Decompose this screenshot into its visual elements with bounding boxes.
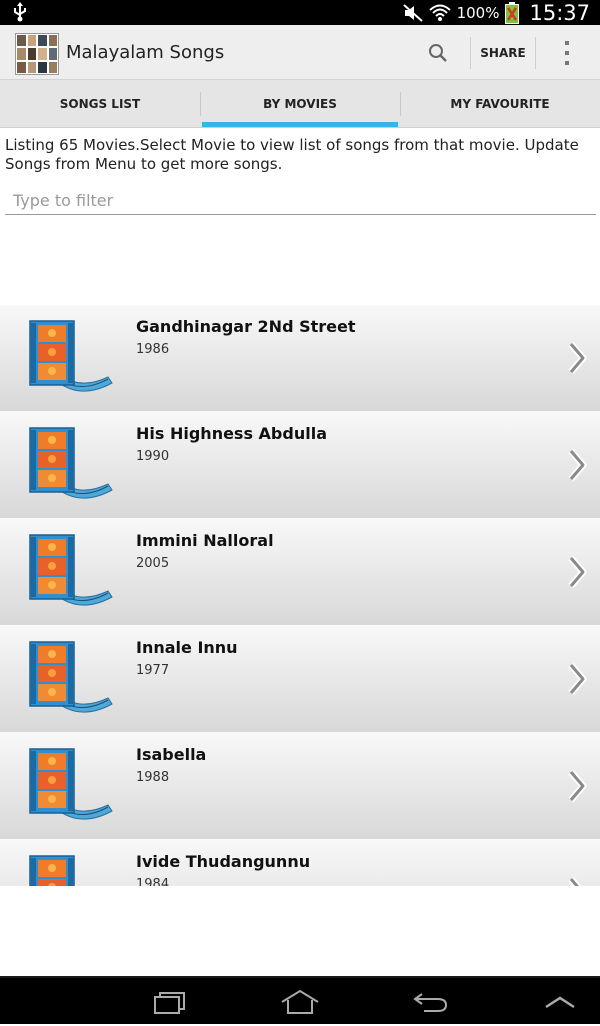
usb-icon [14,2,26,22]
battery-percent: 100% [456,3,500,22]
navigation-bar [0,976,600,1024]
chevron-right-icon[interactable] [566,448,588,482]
chevron-right-icon[interactable] [566,876,588,886]
film-reel-icon [24,747,114,827]
movie-list-item[interactable]: Gandhinagar 2Nd Street 1986 [0,305,600,412]
chevron-right-icon[interactable] [566,662,588,696]
listing-info-text: Listing 65 Movies.Select Movie to view l… [5,136,579,173]
movie-name: Isabella [136,745,207,764]
menu-expand-button[interactable] [530,978,590,1026]
tab-my-favourite[interactable]: MY FAVOURITE [400,80,600,127]
recent-apps-button[interactable] [140,978,200,1026]
movie-name: Immini Nalloral [136,531,274,550]
search-button[interactable] [420,38,456,68]
film-reel-icon [24,854,114,886]
movie-list-item[interactable]: Isabella 1988 [0,733,600,840]
movie-name: Innale Innu [136,638,238,657]
movie-name: Gandhinagar 2Nd Street [136,317,356,336]
movie-year: 1986 [136,342,170,357]
film-reel-icon [24,319,114,399]
chevron-up-icon [545,996,575,1009]
movie-year: 1977 [136,663,170,678]
movie-list-item[interactable]: Innale Innu 1977 [0,626,600,733]
chevron-right-icon[interactable] [566,769,588,803]
tab-by-movies[interactable]: BY MOVIES [200,80,400,127]
action-bar: Malayalam Songs SHARE [0,25,600,80]
filter-input[interactable] [5,187,596,215]
movie-list-item[interactable]: Immini Nalloral 2005 [0,519,600,626]
battery-icon [505,1,520,24]
movie-list-item[interactable]: Ivide Thudangunnu 1984 [0,840,600,886]
tab-songs-list[interactable]: SONGS LIST [0,80,200,127]
back-icon [413,993,448,1012]
home-icon [281,989,319,1014]
film-reel-icon [24,640,114,720]
action-divider [535,37,536,69]
movie-year: 2005 [136,556,170,571]
app-title: Malayalam Songs [66,42,225,63]
film-reel-icon [24,533,114,613]
back-button[interactable] [400,978,460,1026]
overflow-menu-icon [565,41,569,65]
chevron-right-icon[interactable] [566,341,588,375]
chevron-right-icon[interactable] [566,555,588,589]
movie-name: His Highness Abdulla [136,424,327,443]
movie-year: 1990 [136,449,170,464]
share-button[interactable]: SHARE [474,37,532,69]
home-button[interactable] [270,978,330,1026]
wifi-icon [428,4,451,21]
action-divider [470,37,471,69]
clock: 15:37 [529,0,590,25]
search-icon [429,44,447,62]
movie-list-item[interactable]: His Highness Abdulla 1990 [0,412,600,519]
recent-apps-icon [154,992,185,1014]
movie-year: 1988 [136,770,170,785]
movie-year: 1984 [136,877,170,886]
movie-list[interactable]: Gandhinagar 2Nd Street 1986 His Highness… [0,305,600,886]
mute-icon [402,3,423,22]
overflow-menu-button[interactable] [552,37,582,69]
movie-name: Ivide Thudangunnu [136,852,311,871]
app-icon[interactable] [15,33,59,75]
tab-bar: SONGS LIST BY MOVIES MY FAVOURITE [0,80,600,128]
status-bar: 100% 15:37 [0,0,600,25]
film-reel-icon [24,426,114,506]
